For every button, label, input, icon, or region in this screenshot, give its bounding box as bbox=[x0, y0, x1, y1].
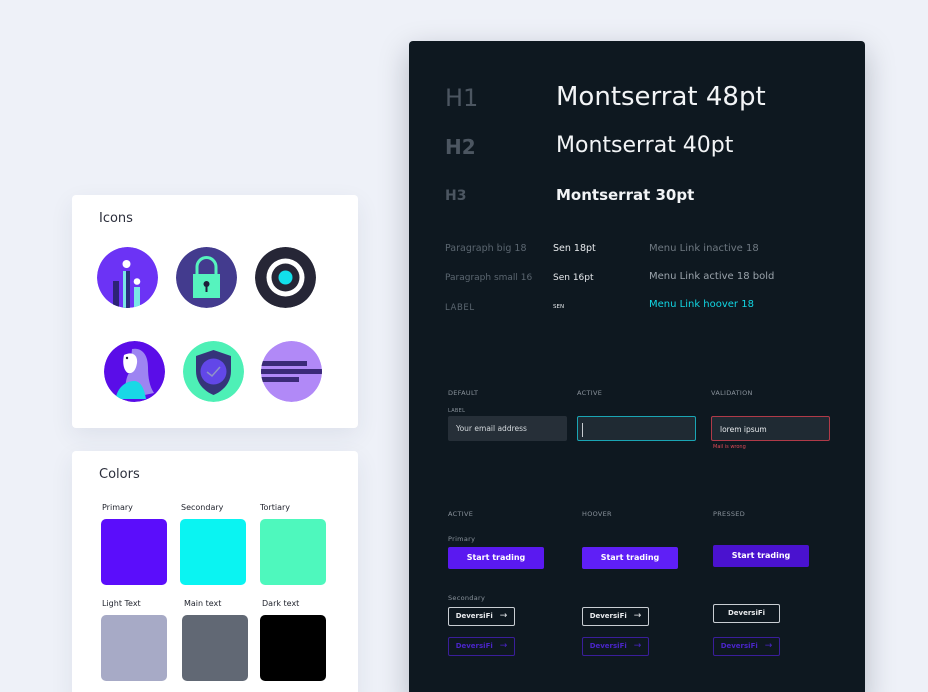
text-lines-icon bbox=[261, 341, 322, 402]
icons-card: Icons bbox=[72, 195, 358, 428]
button-state-pressed: PRESSED bbox=[713, 510, 746, 518]
arrow-right-icon: → bbox=[499, 611, 508, 621]
chart-bars-icon bbox=[97, 247, 158, 308]
input-field-label: LABEL bbox=[448, 408, 466, 414]
deversifi-button-hoover[interactable]: DeversiFi → bbox=[582, 607, 649, 626]
h1-key: H1 bbox=[445, 84, 479, 112]
swatch-label-tortiary: Tortiary bbox=[260, 503, 290, 512]
padlock-icon bbox=[176, 247, 237, 308]
swatch-secondary bbox=[180, 519, 246, 585]
colors-card-title: Colors bbox=[99, 467, 140, 482]
deversifi-button-label: DeversiFi bbox=[589, 642, 627, 650]
paragraph-big-spec: Sen 18pt bbox=[553, 243, 596, 254]
icons-card-title: Icons bbox=[99, 211, 133, 226]
email-input-validation[interactable]: lorem ipsum bbox=[711, 416, 830, 441]
start-trading-button-pressed[interactable]: Start trading bbox=[713, 545, 809, 567]
shield-check-icon bbox=[183, 341, 244, 402]
h3-value: Montserrat 30pt bbox=[556, 186, 695, 204]
deversifi-button-label: DeversiFi bbox=[727, 609, 766, 617]
email-input-active[interactable] bbox=[577, 416, 696, 441]
deversifi-button-label: DeversiFi bbox=[455, 642, 493, 650]
colors-card: Colors Primary Secondary Tortiary Light … bbox=[72, 451, 358, 692]
email-input-default[interactable]: Your email address bbox=[448, 416, 567, 441]
input-state-active: ACTIVE bbox=[577, 389, 603, 397]
h1-value: Montserrat 48pt bbox=[556, 82, 766, 112]
menu-link-hoover[interactable]: Menu Link hoover 18 bbox=[649, 299, 754, 310]
deversifi-button-label: DeversiFi bbox=[589, 612, 627, 620]
arrow-right-icon: → bbox=[633, 641, 642, 651]
swatch-label-dark-text: Dark text bbox=[262, 599, 300, 608]
h2-value: Montserrat 40pt bbox=[556, 133, 734, 158]
paragraph-small-spec: Sen 16pt bbox=[553, 273, 594, 283]
deversifi-button-disabled-pressed[interactable]: DeversiFi → bbox=[713, 637, 780, 656]
paragraph-small-name: Paragraph small 16 bbox=[445, 273, 533, 283]
primary-label: Primary bbox=[448, 535, 476, 543]
deversifi-button-pressed[interactable]: DeversiFi bbox=[713, 604, 780, 623]
deversifi-button-label: DeversiFi bbox=[720, 642, 758, 650]
swatch-dark-text bbox=[260, 615, 326, 681]
swatch-primary bbox=[101, 519, 167, 585]
swatch-label-primary: Primary bbox=[102, 503, 133, 512]
swatch-label-main-text: Main text bbox=[184, 599, 222, 608]
button-state-hoover: HOOVER bbox=[582, 510, 612, 518]
h3-key: H3 bbox=[445, 188, 467, 204]
start-trading-button-active[interactable]: Start trading bbox=[448, 547, 544, 569]
style-guide-panel: H1 Montserrat 48pt H2 Montserrat 40pt H3… bbox=[409, 41, 865, 692]
start-trading-button-hoover[interactable]: Start trading bbox=[582, 547, 678, 569]
deversifi-button-disabled-active[interactable]: DeversiFi → bbox=[448, 637, 515, 656]
arrow-right-icon: → bbox=[499, 641, 508, 651]
deversifi-button-disabled-hoover[interactable]: DeversiFi → bbox=[582, 637, 649, 656]
person-profile-icon bbox=[104, 341, 165, 402]
arrow-right-icon: → bbox=[633, 611, 642, 621]
text-cursor bbox=[582, 423, 583, 437]
secondary-label: Secondary bbox=[448, 594, 486, 602]
button-state-active: ACTIVE bbox=[448, 510, 474, 518]
swatch-label-secondary: Secondary bbox=[181, 503, 224, 512]
deversifi-button-active[interactable]: DeversiFi → bbox=[448, 607, 515, 626]
validation-error-text: Mail is wrong bbox=[713, 444, 746, 450]
arrow-right-icon: → bbox=[764, 641, 773, 651]
menu-link-active[interactable]: Menu Link active 18 bold bbox=[649, 271, 774, 282]
swatch-tortiary bbox=[260, 519, 326, 585]
input-state-validation: VALIDATION bbox=[711, 389, 753, 397]
label-name: LABEL bbox=[445, 303, 475, 313]
deversifi-button-label: DeversiFi bbox=[455, 612, 493, 620]
target-icon bbox=[255, 247, 316, 308]
swatch-light-text bbox=[101, 615, 167, 681]
swatch-main-text bbox=[182, 615, 248, 681]
h2-key: H2 bbox=[445, 135, 476, 159]
label-spec: SEN bbox=[553, 304, 565, 310]
menu-link-inactive[interactable]: Menu Link inactive 18 bbox=[649, 243, 759, 254]
input-state-default: DEFAULT bbox=[448, 389, 479, 397]
paragraph-big-name: Paragraph big 18 bbox=[445, 243, 527, 254]
swatch-label-light-text: Light Text bbox=[102, 599, 141, 608]
